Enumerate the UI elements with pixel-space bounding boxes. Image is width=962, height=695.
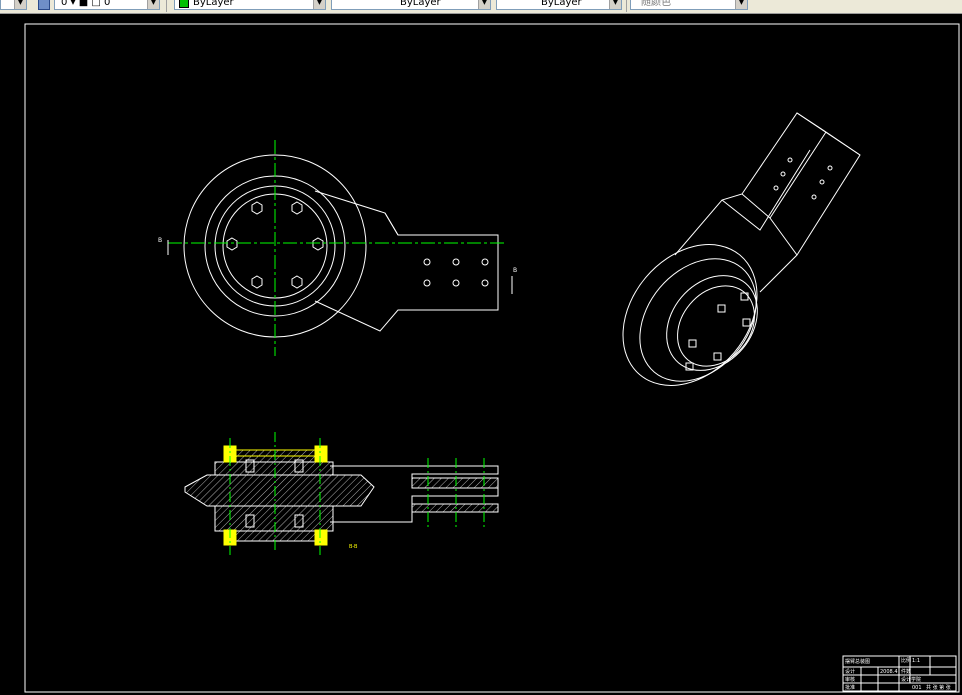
isometric-view — [622, 112, 861, 386]
design-label: 设计 — [845, 668, 855, 675]
color-dropdown[interactable]: ByLayer ▼ — [174, 0, 326, 10]
drawing-frame — [24, 23, 960, 693]
section-label-right: B — [513, 267, 517, 274]
approve-label: 批准 — [845, 684, 855, 691]
plotstyle-dropdown-value: 随颜色 — [641, 0, 671, 8]
arm-holes — [423, 258, 489, 287]
layer-previous-dropdown[interactable]: ▼ — [0, 0, 27, 10]
school-name: 设计学院 — [901, 676, 921, 683]
dropdown-arrow-icon: ▼ — [609, 0, 621, 9]
sheet-text: 共 张 第 张 — [926, 684, 951, 691]
section-view: B-B — [184, 432, 499, 555]
properties-toolbar: ▼ 0 ▾ ■ □ 0 ▼ ByLayer ▼ ByLayer ▼ ByLaye… — [0, 0, 962, 14]
dropdown-arrow-icon: ▼ — [313, 0, 325, 9]
scale-label: 比例 — [901, 657, 911, 664]
lineweight-dropdown[interactable]: ByLayer ▼ — [496, 0, 622, 10]
date-value: 2008.4 — [880, 669, 898, 675]
linetype-dropdown[interactable]: ByLayer ▼ — [331, 0, 491, 10]
dropdown-arrow-icon: ▼ — [735, 0, 747, 9]
section-label-left: B — [158, 237, 162, 244]
front-view-centerlines — [168, 140, 505, 356]
part-name: 摆臂总装图 — [845, 658, 870, 665]
scale-value: 1:1 — [912, 658, 920, 664]
front-view — [183, 154, 499, 338]
drawing-number: 001 — [912, 685, 922, 691]
isometric-bolts — [685, 292, 751, 371]
lineweight-dropdown-value: ByLayer — [541, 0, 582, 8]
layer-dropdown-value: 0 ▾ ■ □ 0 — [61, 0, 111, 8]
layer-state-icon[interactable] — [38, 0, 50, 10]
plotstyle-dropdown[interactable]: 随颜色 ▼ — [630, 0, 748, 10]
section-view-label: B-B — [349, 544, 358, 550]
dropdown-arrow-icon: ▼ — [478, 0, 490, 9]
color-dropdown-value: ByLayer — [193, 0, 234, 8]
drawing-canvas[interactable]: B B B-B 摆臂总装图 比例 1:1 件数 设计 2008.4 审核 批准 … — [0, 14, 962, 695]
dropdown-arrow-icon: ▼ — [14, 0, 26, 9]
section-cut-markers — [167, 240, 513, 294]
check-label: 审核 — [845, 676, 855, 683]
toolbar-separator — [166, 0, 167, 12]
sheet-label: 件数 — [901, 668, 911, 675]
toolbar-separator — [626, 0, 627, 12]
layer-dropdown[interactable]: 0 ▾ ■ □ 0 ▼ — [54, 0, 160, 10]
color-swatch-icon — [179, 0, 189, 8]
dropdown-arrow-icon: ▼ — [147, 0, 159, 9]
linetype-dropdown-value: ByLayer — [400, 0, 441, 8]
